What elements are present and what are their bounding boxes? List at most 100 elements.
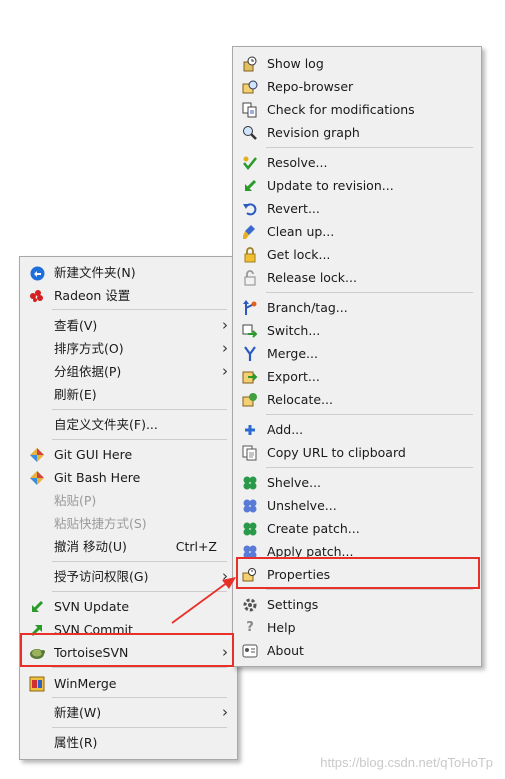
menu-item-customize-folder[interactable]: 自定义文件夹(F)... [20, 413, 237, 436]
menu-item-label: 授予访问权限(G) [54, 569, 149, 584]
switch-icon [242, 323, 258, 339]
svn-item-get-lock[interactable]: Get lock... [233, 243, 481, 266]
menu-item-label: Radeon 设置 [54, 288, 131, 303]
winmerge-icon [29, 676, 45, 692]
menu-item-label: 分组依据(P) [54, 364, 122, 379]
submenu-arrow-icon: › [222, 316, 228, 334]
svn-item-revert[interactable]: Revert... [233, 197, 481, 220]
menu-item-label: Clean up... [267, 224, 335, 239]
menu-item-label: Check for modifications [267, 102, 415, 117]
submenu-arrow-icon: › [222, 567, 228, 585]
svn-update-icon [29, 599, 45, 615]
menu-item-paste-shortcut[interactable]: 粘贴快捷方式(S) [20, 512, 237, 535]
revision-graph-icon [242, 125, 258, 141]
svn-item-shelve[interactable]: Shelve... [233, 471, 481, 494]
menu-item-label: 刷新(E) [54, 387, 97, 402]
menu-item-sort-by[interactable]: 排序方式(O) › [20, 337, 237, 360]
svn-item-merge[interactable]: Merge... [233, 342, 481, 365]
submenu-arrow-icon: › [222, 703, 228, 721]
svn-item-clean-up[interactable]: Clean up... [233, 220, 481, 243]
menu-separator [266, 292, 473, 293]
update-to-revision-icon [242, 178, 258, 194]
resolve-icon [242, 155, 258, 171]
svn-item-settings[interactable]: Settings [233, 593, 481, 616]
menu-item-properties-main[interactable]: 属性(R) [20, 731, 237, 754]
show-log-icon [242, 56, 258, 72]
menu-item-give-access[interactable]: 授予访问权限(G) › [20, 565, 237, 588]
copy-url-icon [242, 445, 258, 461]
svn-item-help[interactable]: ? Help [233, 616, 481, 639]
menu-item-label: Revert... [267, 201, 320, 216]
menu-item-label: Help [267, 620, 296, 635]
menu-item-label: 新建(W) [54, 705, 102, 720]
shelve-icon [242, 475, 258, 491]
menu-item-shortcut: Ctrl+Z [175, 539, 217, 554]
menu-item-label: 属性(R) [54, 735, 98, 750]
watermark-text: https://blog.csdn.net/qToHoTp [320, 755, 493, 770]
svn-item-show-log[interactable]: Show log [233, 52, 481, 75]
menu-item-winmerge[interactable]: WinMerge [20, 672, 237, 695]
menu-separator [52, 727, 227, 728]
menu-item-label: Update to revision... [267, 178, 394, 193]
menu-separator [52, 309, 227, 310]
menu-item-label: 撤消 移动(U) [54, 539, 127, 554]
svn-item-repo-browser[interactable]: Repo-browser [233, 75, 481, 98]
submenu-arrow-icon: › [222, 362, 228, 380]
git-icon [29, 470, 45, 486]
menu-item-new-folder[interactable]: 新建文件夹(N) [20, 261, 237, 284]
menu-item-git-gui[interactable]: Git GUI Here [20, 443, 237, 466]
revert-icon [242, 201, 258, 217]
menu-item-label: Release lock... [267, 270, 357, 285]
svn-item-relocate[interactable]: Relocate... [233, 388, 481, 411]
svn-item-copy-url[interactable]: Copy URL to clipboard [233, 441, 481, 464]
menu-item-label: About [267, 643, 304, 658]
menu-item-svn-update[interactable]: SVN Update [20, 595, 237, 618]
svn-item-branch-tag[interactable]: Branch/tag... [233, 296, 481, 319]
svn-item-check-modifications[interactable]: Check for modifications [233, 98, 481, 121]
menu-item-label: 粘贴(P) [54, 493, 97, 508]
properties-highlight-box [236, 557, 480, 589]
menu-item-label: Get lock... [267, 247, 331, 262]
menu-item-label: WinMerge [54, 676, 117, 691]
svn-item-revision-graph[interactable]: Revision graph [233, 121, 481, 144]
menu-item-label: Copy URL to clipboard [267, 445, 406, 460]
menu-item-refresh[interactable]: 刷新(E) [20, 383, 237, 406]
menu-item-group-by[interactable]: 分组依据(P) › [20, 360, 237, 383]
svn-item-add[interactable]: Add... [233, 418, 481, 441]
menu-item-undo-move[interactable]: 撤消 移动(U) Ctrl+Z [20, 535, 237, 558]
tortoisesvn-highlight-box [20, 633, 234, 667]
svn-item-about[interactable]: About [233, 639, 481, 662]
menu-item-radeon-settings[interactable]: Radeon 设置 [20, 284, 237, 307]
menu-item-label: Relocate... [267, 392, 333, 407]
menu-separator [266, 589, 473, 590]
menu-item-git-bash[interactable]: Git Bash Here [20, 466, 237, 489]
export-icon [242, 369, 258, 385]
svn-item-resolve[interactable]: Resolve... [233, 151, 481, 174]
menu-item-label: 查看(V) [54, 318, 98, 333]
svn-item-unshelve[interactable]: Unshelve... [233, 494, 481, 517]
menu-separator [266, 147, 473, 148]
menu-separator [52, 409, 227, 410]
menu-item-label: Git GUI Here [54, 447, 133, 462]
menu-item-label: Repo-browser [267, 79, 354, 94]
menu-item-view[interactable]: 查看(V) › [20, 314, 237, 337]
menu-item-label: Git Bash Here [54, 470, 141, 485]
submenu-arrow-icon: › [222, 339, 228, 357]
menu-item-label: Shelve... [267, 475, 322, 490]
menu-item-new[interactable]: 新建(W) › [20, 701, 237, 724]
svn-item-export[interactable]: Export... [233, 365, 481, 388]
menu-item-label: 粘贴快捷方式(S) [54, 516, 147, 531]
svn-item-create-patch[interactable]: Create patch... [233, 517, 481, 540]
svn-item-switch[interactable]: Switch... [233, 319, 481, 342]
menu-separator [266, 414, 473, 415]
svn-item-release-lock[interactable]: Release lock... [233, 266, 481, 289]
release-lock-icon [242, 270, 258, 286]
relocate-icon [242, 392, 258, 408]
svn-item-update-to-revision[interactable]: Update to revision... [233, 174, 481, 197]
menu-separator [52, 561, 227, 562]
repo-browser-icon [242, 79, 258, 95]
radeon-icon [29, 288, 45, 304]
branch-tag-icon [242, 300, 258, 316]
menu-item-paste[interactable]: 粘贴(P) [20, 489, 237, 512]
menu-item-label: 新建文件夹(N) [54, 265, 136, 280]
